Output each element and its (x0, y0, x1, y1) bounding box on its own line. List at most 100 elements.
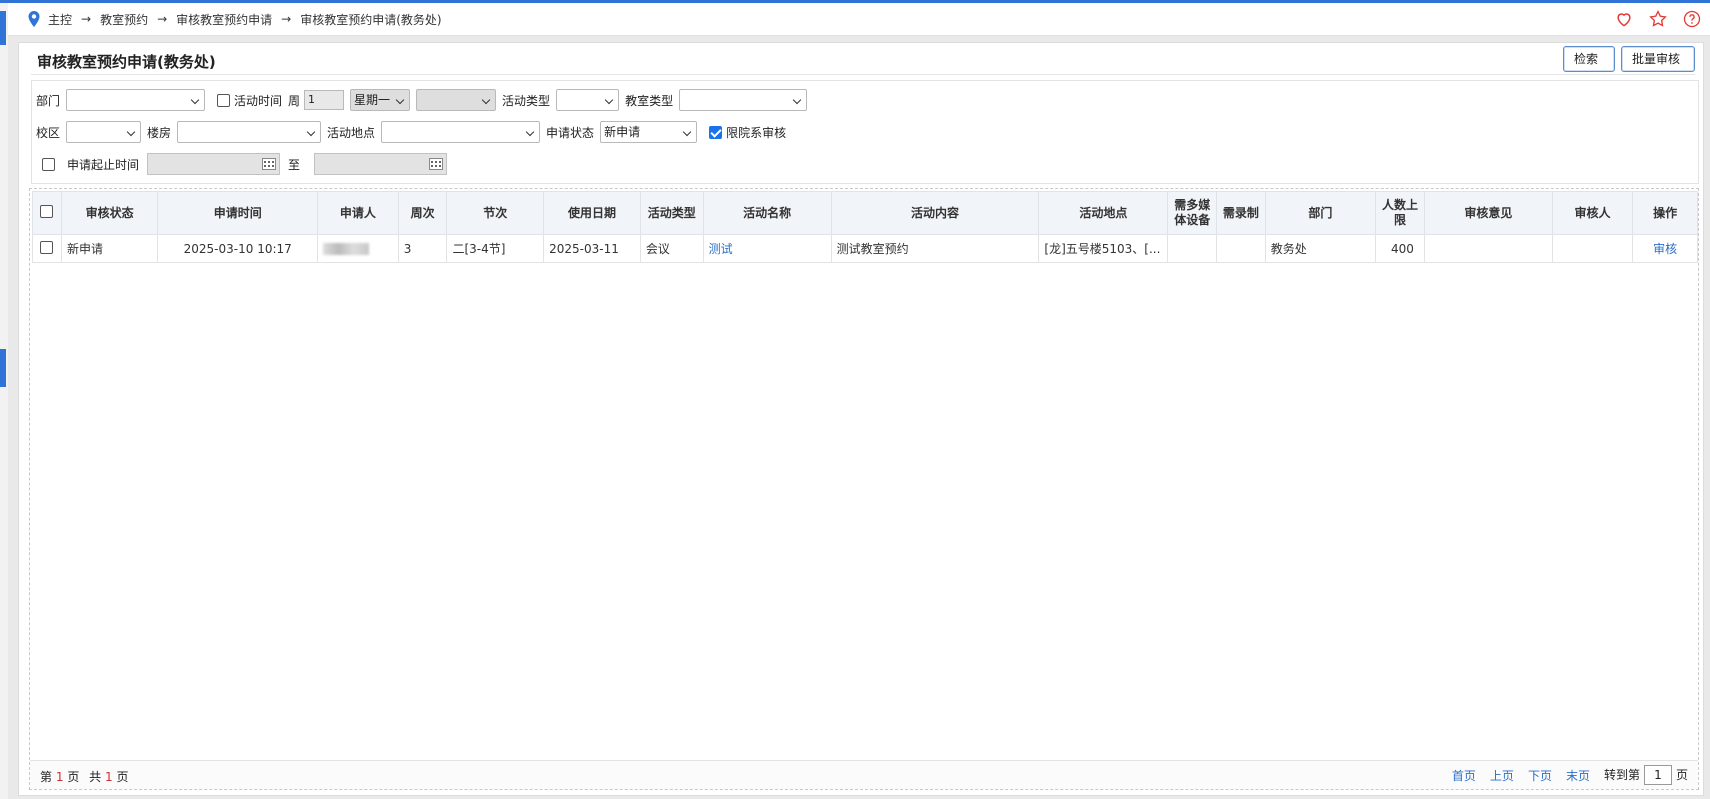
batch-review-button[interactable]: 批量审核 (1621, 46, 1695, 72)
filter-row-1: 部门 活动时间 周 1 星期一 活动类型 教室类型 (36, 89, 813, 111)
status-cell: 新申请 (60, 234, 159, 263)
column-header[interactable]: 活动地点 (1038, 191, 1169, 235)
total-prefix: 共 (89, 770, 102, 784)
search-button[interactable]: 检索 (1563, 46, 1615, 72)
page-suffix: 页 (67, 770, 80, 784)
heart-icon[interactable] (1614, 9, 1634, 29)
limit-dept-checkbox[interactable] (709, 125, 723, 139)
review-link[interactable]: 审核 (1653, 242, 1677, 256)
column-header[interactable]: 申请人 (317, 191, 399, 235)
weekday-select[interactable]: 星期一 (350, 89, 411, 111)
location-select[interactable] (381, 121, 541, 143)
goto-prefix: 转到第 (1603, 768, 1640, 782)
table-header-row: 审核状态 申请时间 申请人 周次 节次 使用日期 活动类型 活动名称 活动内容 … (32, 191, 1698, 235)
results-table: 审核状态 申请时间 申请人 周次 节次 使用日期 活动类型 活动名称 活动内容 … (32, 191, 1698, 263)
use-date-cell: 2025-03-11 (543, 234, 641, 263)
column-header[interactable]: 需录制 (1216, 191, 1266, 235)
date-range-checkbox[interactable] (42, 157, 55, 171)
column-header[interactable]: 部门 (1264, 191, 1377, 235)
column-header[interactable]: 申请时间 (157, 191, 318, 235)
column-header[interactable]: 人数上限 (1375, 191, 1425, 235)
limit-dept-label: 限院系审核 (726, 125, 787, 140)
activity-time-label: 活动时间 (234, 93, 283, 108)
prev-page-link[interactable]: 上页 (1490, 767, 1514, 784)
activity-time-checkbox[interactable] (217, 93, 231, 107)
activity-name-cell: 测试 (702, 234, 832, 263)
activity-type-select[interactable] (556, 89, 620, 111)
record-cell (1216, 234, 1266, 263)
calendar-icon[interactable] (429, 158, 444, 170)
pager-nav: 首页 上页 下页 末页 转到第 1 页 (1452, 765, 1688, 785)
table-row[interactable]: 新申请 2025-03-10 10:17 3 二[3-4节] 2025-03-1… (32, 234, 1698, 263)
next-page-link[interactable]: 下页 (1528, 767, 1552, 784)
column-header[interactable]: 审核意见 (1423, 191, 1553, 235)
activity-type-label: 活动类型 (502, 93, 551, 108)
column-header[interactable]: 审核状态 (60, 191, 159, 235)
select-all-header (32, 191, 62, 235)
activity-name-link[interactable]: 测试 (709, 242, 733, 256)
department-label: 部门 (36, 93, 61, 108)
breadcrumb-separator: → (281, 12, 292, 26)
period-select[interactable] (416, 89, 497, 111)
to-label: 至 (288, 157, 301, 172)
current-page: 1 (55, 770, 64, 784)
applicant-cell (317, 234, 399, 263)
start-date-input[interactable] (147, 153, 281, 175)
building-select[interactable] (177, 121, 322, 143)
column-header[interactable]: 活动名称 (702, 191, 832, 235)
department-select[interactable] (66, 89, 206, 111)
results-grid: 审核状态 申请时间 申请人 周次 节次 使用日期 活动类型 活动名称 活动内容 … (29, 188, 1699, 790)
goto-page-input[interactable]: 1 (1643, 765, 1672, 785)
multimedia-cell (1167, 234, 1218, 263)
activity-content-cell: 测试教室预约 (830, 234, 1040, 263)
goto-suffix: 页 (1675, 768, 1688, 782)
breadcrumb-item[interactable]: 教室预约 (100, 11, 148, 28)
first-page-link[interactable]: 首页 (1452, 767, 1476, 784)
location-label: 活动地点 (327, 125, 376, 140)
column-header[interactable]: 审核人 (1551, 191, 1634, 235)
toolbar-icons (1614, 9, 1702, 29)
breadcrumb-separator: → (81, 12, 92, 26)
select-all-checkbox[interactable] (40, 204, 54, 218)
column-header[interactable]: 周次 (397, 191, 448, 235)
sidebar-marker (0, 349, 6, 387)
column-header[interactable]: 使用日期 (543, 191, 641, 235)
breadcrumb: 主控 → 教室预约 → 审核教室预约申请 → 审核教室预约申请(教务处) (26, 10, 442, 28)
column-header[interactable]: 活动内容 (830, 191, 1040, 235)
week-input[interactable]: 1 (304, 90, 345, 110)
opinion-cell (1423, 234, 1553, 263)
pager: 第 1 页 共 1 页 首页 上页 下页 末页 转到第 1 页 (30, 760, 1698, 789)
help-icon[interactable] (1682, 9, 1702, 29)
status-select[interactable]: 新申请 (600, 121, 698, 143)
filter-row-3: 申请起止时间 至 (36, 153, 455, 175)
page-title: 审核教室预约申请(教务处) (37, 53, 216, 71)
filter-row-2: 校区 楼房 活动地点 申请状态 新申请 限院系审核 (36, 121, 786, 143)
total-suffix: 页 (116, 770, 129, 784)
last-page-link[interactable]: 末页 (1566, 767, 1590, 784)
campus-select[interactable] (66, 121, 142, 143)
breadcrumb-item[interactable]: 审核教室预约申请 (176, 11, 272, 28)
left-sidebar-strip (0, 3, 8, 799)
row-checkbox[interactable] (40, 240, 54, 254)
capacity-cell: 400 (1375, 234, 1425, 263)
apply-time-cell: 2025-03-10 10:17 (157, 234, 318, 263)
calendar-icon[interactable] (262, 158, 277, 170)
column-header[interactable]: 操作 (1632, 191, 1698, 235)
end-date-input[interactable] (314, 153, 448, 175)
column-header[interactable]: 活动类型 (639, 191, 704, 235)
room-type-select[interactable] (679, 89, 808, 111)
breadcrumb-bar: 主控 → 教室预约 → 审核教室预约申请 → 审核教室预约申请(教务处) (8, 3, 1710, 36)
breadcrumb-item[interactable]: 主控 (48, 11, 72, 28)
reviewer-cell (1551, 234, 1634, 263)
date-range-label: 申请起止时间 (67, 157, 140, 172)
page-info: 第 1 页 共 1 页 (40, 768, 128, 785)
column-header[interactable]: 需多媒体设备 (1167, 191, 1218, 235)
building-label: 楼房 (147, 125, 172, 140)
column-header[interactable]: 节次 (446, 191, 545, 235)
main-panel: 审核教室预约申请(教务处) 检索 批量审核 部门 活动时间 周 1 星期一 活动… (18, 42, 1704, 796)
star-icon[interactable] (1648, 9, 1668, 29)
department-cell: 教务处 (1264, 234, 1377, 263)
week-cell: 3 (397, 234, 448, 263)
breadcrumb-separator: → (157, 12, 168, 26)
status-label: 申请状态 (546, 125, 595, 140)
